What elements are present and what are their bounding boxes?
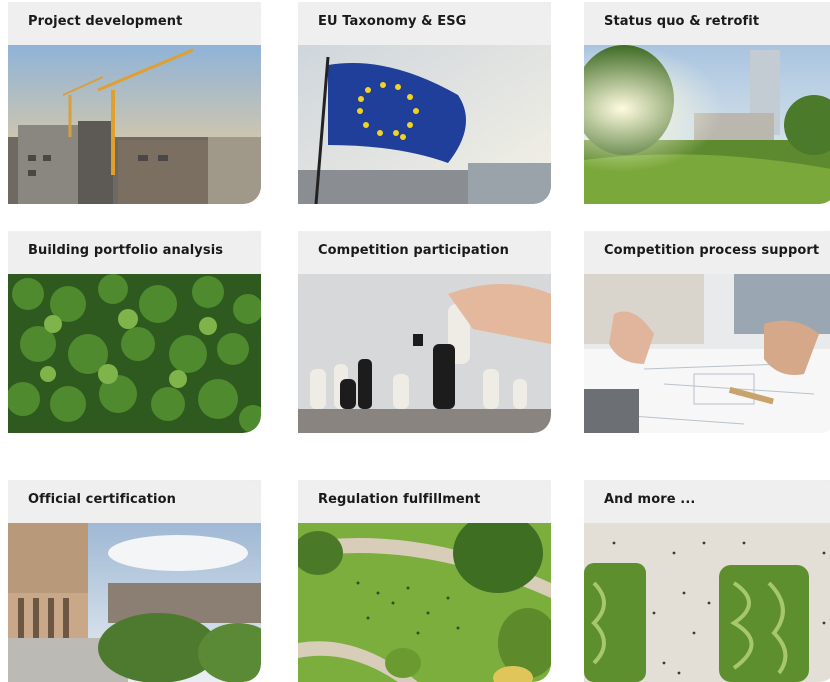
card-title: Status quo & retrofit: [584, 2, 830, 45]
park-tower-image: [584, 45, 830, 204]
service-card-building-portfolio-analysis[interactable]: Building portfolio analysis: [8, 231, 261, 433]
park-aerial-image: [298, 523, 551, 682]
service-card-eu-taxonomy-esg[interactable]: EU Taxonomy & ESG: [298, 2, 551, 204]
card-title: Building portfolio analysis: [8, 231, 261, 274]
service-card-and-more[interactable]: And more ...: [584, 480, 830, 682]
eu-flag-image: [298, 45, 551, 204]
card-title: Competition participation: [298, 231, 551, 274]
card-title: Regulation fulfillment: [298, 480, 551, 523]
construction-cranes-image: [8, 45, 261, 204]
service-card-competition-process-support[interactable]: Competition process support: [584, 231, 830, 433]
service-card-status-quo-retrofit[interactable]: Status quo & retrofit: [584, 2, 830, 204]
card-title: Official certification: [8, 480, 261, 523]
forest-aerial-image: [8, 274, 261, 433]
card-title: Project development: [8, 2, 261, 45]
city-plaza-aerial-image: [584, 523, 830, 682]
service-card-regulation-fulfillment[interactable]: Regulation fulfillment: [298, 480, 551, 682]
card-title: EU Taxonomy & ESG: [298, 2, 551, 45]
service-card-competition-participation[interactable]: Competition participation: [298, 231, 551, 433]
chess-image: [298, 274, 551, 433]
card-title: And more ...: [584, 480, 830, 523]
planning-desk-image: [584, 274, 830, 433]
green-building-image: [8, 523, 261, 682]
service-card-official-certification[interactable]: Official certification: [8, 480, 261, 682]
card-title: Competition process support: [584, 231, 830, 274]
service-card-project-development[interactable]: Project development: [8, 2, 261, 204]
